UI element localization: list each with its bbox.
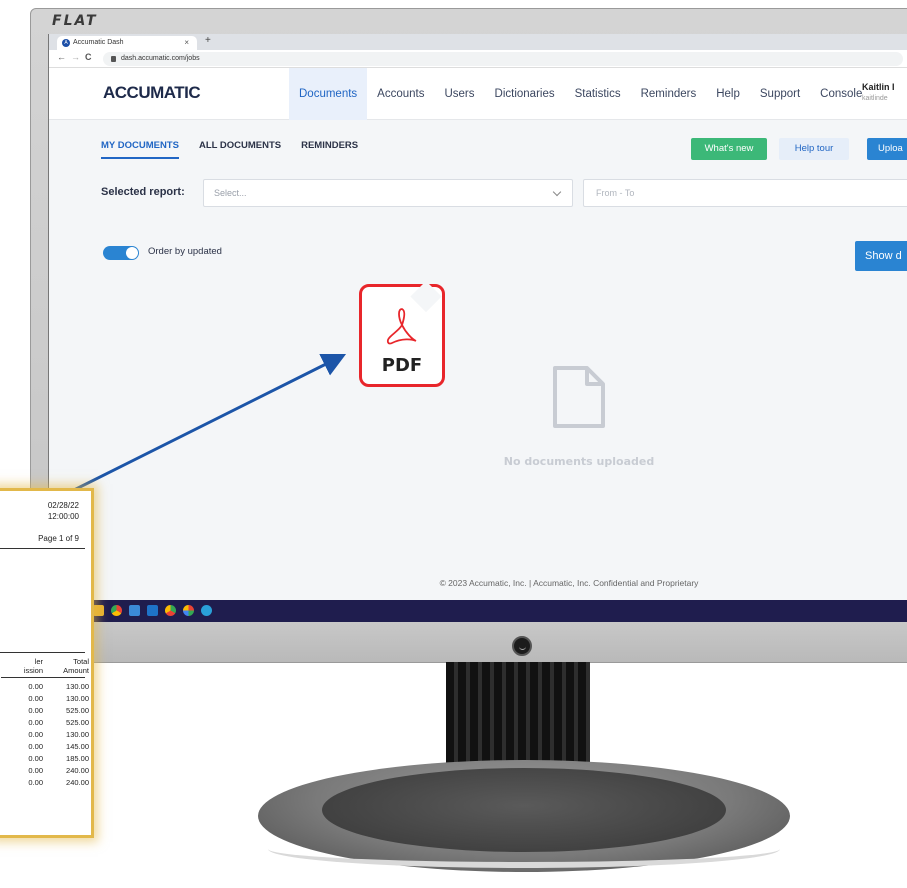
report-divider xyxy=(0,548,85,549)
row-commission: 0.00 xyxy=(28,754,43,763)
row-commission: 0.00 xyxy=(28,766,43,775)
paper-report: 02/28/22 12:00:00 Page 1 of 9 ler ission… xyxy=(0,488,94,838)
pointer-arrow xyxy=(57,353,347,500)
row-total: 240.00 xyxy=(66,766,89,775)
acrobat-icon xyxy=(386,308,417,345)
column-header-line: Total xyxy=(73,657,89,666)
row-commission: 0.00 xyxy=(28,718,43,727)
row-total: 240.00 xyxy=(66,778,89,787)
row-total: 145.00 xyxy=(66,742,89,751)
report-divider xyxy=(0,652,85,653)
pdf-label: PDF xyxy=(381,355,423,376)
row-total: 130.00 xyxy=(66,694,89,703)
column-header-commission: ler ission xyxy=(0,657,43,675)
pdf-file-icon: PDF xyxy=(359,281,445,387)
report-page-number: Page 1 of 9 xyxy=(38,534,79,543)
row-total: 525.00 xyxy=(66,706,89,715)
column-header-total-amount: Total Amount xyxy=(49,657,89,675)
row-commission: 0.00 xyxy=(28,682,43,691)
row-commission: 0.00 xyxy=(28,730,43,739)
column-header-line: ission xyxy=(23,666,43,675)
row-total: 525.00 xyxy=(66,718,89,727)
row-total: 185.00 xyxy=(66,754,89,763)
column-header-line: Amount xyxy=(63,666,89,675)
row-commission: 0.00 xyxy=(28,778,43,787)
row-commission: 0.00 xyxy=(28,706,43,715)
row-total: 130.00 xyxy=(66,682,89,691)
row-commission: 0.00 xyxy=(28,694,43,703)
row-commission: 0.00 xyxy=(28,742,43,751)
column-header-line: ler xyxy=(34,657,43,666)
report-date: 02/28/22 xyxy=(47,501,79,510)
row-total: 130.00 xyxy=(66,730,89,739)
arrow-overlay xyxy=(57,353,347,500)
report-time: 12:00:00 xyxy=(47,512,79,521)
report-header-underline xyxy=(1,677,85,678)
